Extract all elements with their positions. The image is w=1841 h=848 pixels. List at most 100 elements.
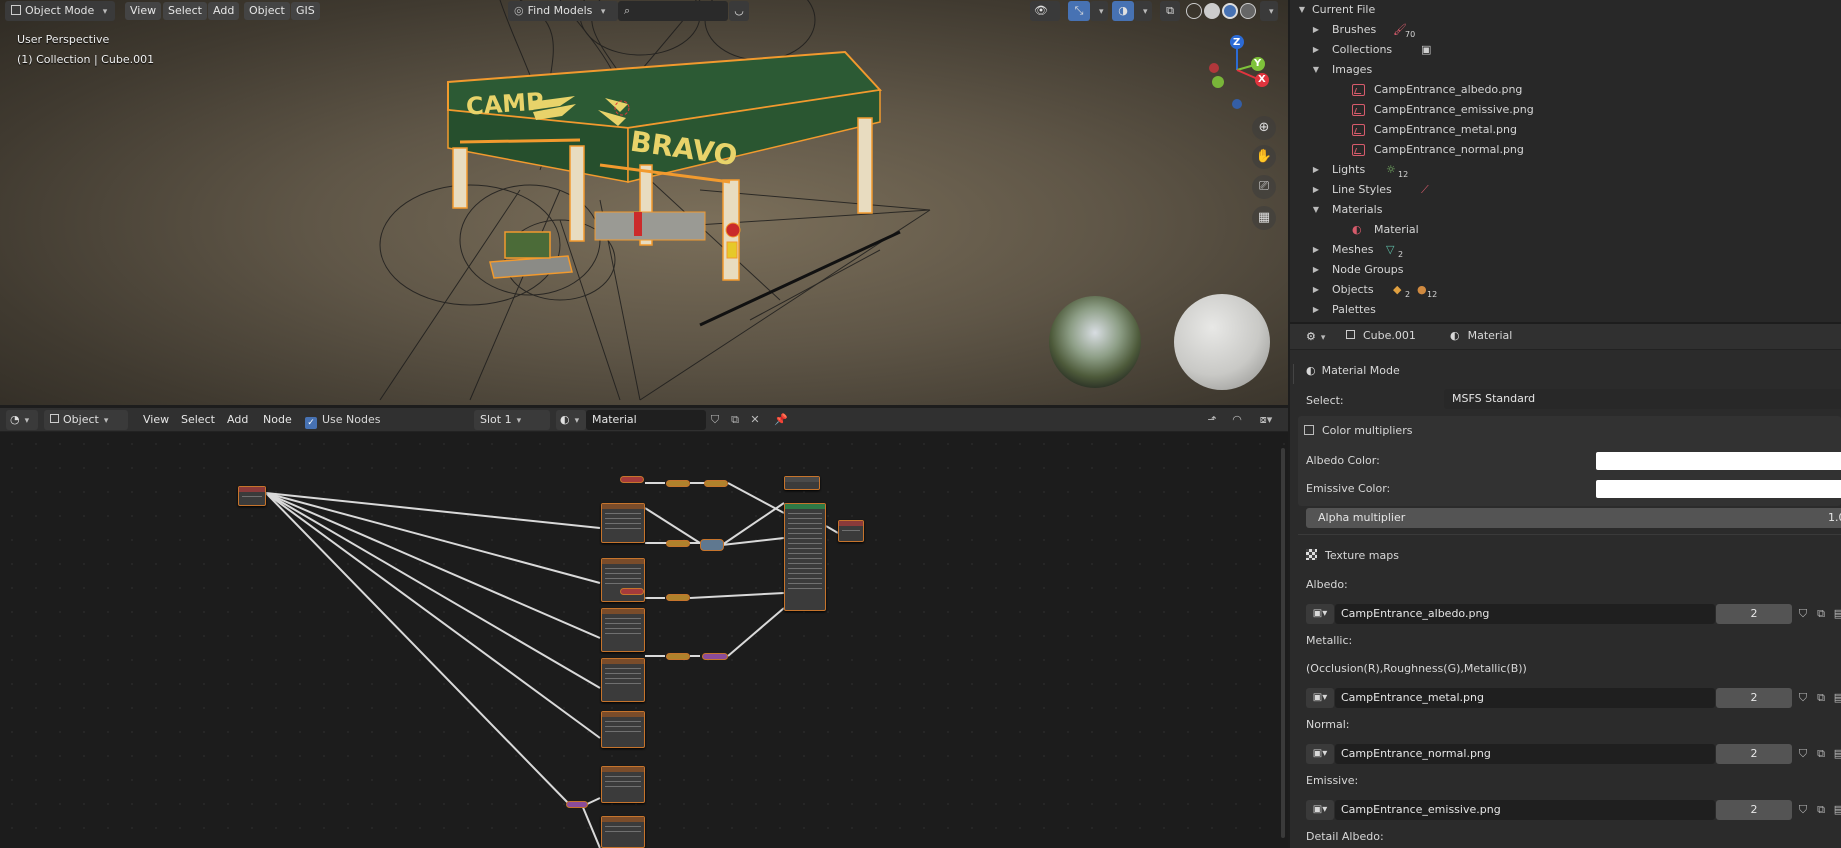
duplicate-image-icon[interactable]: ⧉ [1812,689,1830,707]
gizmo-toggle[interactable]: ⤡ [1068,1,1090,21]
principled-bsdf-node[interactable] [784,503,826,611]
image-browse-icon[interactable]: ▣▾ [1306,688,1334,708]
alpha-multiplier-slider[interactable]: Alpha multiplier 1.0 [1306,508,1841,528]
separate-rgb-node[interactable] [700,539,724,551]
scene-canvas[interactable] [0,0,1288,405]
vector-node[interactable] [702,653,728,660]
wireframe-shading-icon[interactable] [1186,3,1202,19]
solid-shading-icon[interactable] [1204,3,1220,19]
find-models-dropdown[interactable]: ◎ Find Models [508,1,618,21]
albedo-color-swatch[interactable] [1596,452,1841,470]
math-node[interactable] [666,540,690,547]
model-search-go-button[interactable]: ◡ [729,1,749,21]
normal-texture-users[interactable]: 2 [1716,744,1792,764]
outliner-child-item[interactable]: CampEntrance_metal.png [1290,120,1841,140]
menu-add[interactable]: Add [208,2,240,20]
grid-icon[interactable]: ▦ [1252,206,1276,230]
image-texture-node[interactable] [601,608,645,652]
reroute-node[interactable] [620,476,644,483]
collapse-arrow-icon[interactable]: ▼ [1310,200,1322,220]
material-mode-header[interactable]: ◐ Material Mode [1306,364,1400,377]
image-browse-icon[interactable]: ▣▾ [1306,800,1334,820]
xray-toggle[interactable]: ⧉ [1160,1,1180,21]
outliner-child-item[interactable]: CampEntrance_albedo.png [1290,80,1841,100]
outliner-category[interactable]: ▶ Palettes [1290,300,1841,320]
menu-select[interactable]: Select [163,2,207,20]
menu-view[interactable]: View [125,2,162,20]
material-shading-icon[interactable] [1222,3,1238,19]
fake-user-shield-icon[interactable]: ⛉ [1794,605,1812,623]
image-texture-node[interactable] [601,558,645,602]
outliner-root[interactable]: ▼ Current File [1290,0,1841,20]
normal-texture-name[interactable]: CampEntrance_normal.png [1335,744,1715,764]
outliner-category[interactable]: ▶ Lights ☼ 12 [1290,160,1841,180]
expand-arrow-icon[interactable]: ▶ [1310,180,1322,200]
outliner-category[interactable]: ▶ Line Styles ⟋ [1290,180,1841,200]
metal-texture-users[interactable]: 2 [1716,688,1792,708]
image-texture-node[interactable] [601,503,645,543]
overlays-toggle[interactable]: ◑ [1112,1,1134,21]
math-node[interactable] [704,480,728,487]
rendered-shading-icon[interactable] [1240,3,1256,19]
gizmo-options[interactable] [1090,1,1108,21]
properties-editor-type[interactable]: ⚙ [1302,327,1332,347]
visibility-toggle[interactable]: 👁 [1030,1,1060,21]
color-multipliers-header[interactable]: Color multipliers [1304,424,1412,437]
texture-coordinate-node[interactable] [238,486,266,506]
duplicate-image-icon[interactable]: ⧉ [1812,605,1830,623]
expand-arrow-icon[interactable]: ▶ [1310,240,1322,260]
outliner-category[interactable]: ▶ Objects ◆ 2 ● 12 [1290,280,1841,300]
shader-preset-dropdown[interactable]: MSFS Standard [1444,389,1841,409]
mix-node[interactable] [784,476,820,490]
math-node[interactable] [666,594,690,601]
fake-user-shield-icon[interactable]: ⛉ [1794,801,1812,819]
camera-icon[interactable]: ⎚ [1252,175,1276,199]
pan-hand-icon[interactable]: ✋ [1252,145,1276,169]
image-browse-icon[interactable]: ▣▾ [1306,744,1334,764]
metal-texture-name[interactable]: CampEntrance_metal.png [1335,688,1715,708]
open-image-folder-icon[interactable]: ▤ [1830,689,1841,707]
menu-gis[interactable]: GIS [291,2,320,20]
outliner-category[interactable]: ▼ Materials [1290,200,1841,220]
open-image-folder-icon[interactable]: ▤ [1830,745,1841,763]
math-node[interactable] [666,653,690,660]
math-node[interactable] [666,480,690,487]
albedo-texture-users[interactable]: 2 [1716,604,1792,624]
model-search-input[interactable]: ⌕ [618,1,728,21]
outliner-category[interactable]: ▼ Images [1290,60,1841,80]
collapse-arrow-icon[interactable]: ▼ [1310,60,1322,80]
shader-node-editor[interactable]: ◔ Object View Select Add Node ✓Use Nodes… [0,408,1288,848]
node-editor-scrollbar[interactable] [1281,448,1285,838]
image-texture-node[interactable] [601,711,645,748]
duplicate-image-icon[interactable]: ⧉ [1812,801,1830,819]
outliner-category[interactable]: ▶ Brushes 🖌 70 [1290,20,1841,40]
image-browse-icon[interactable]: ▣▾ [1306,604,1334,624]
expand-arrow-icon[interactable]: ▶ [1310,280,1322,300]
open-image-folder-icon[interactable]: ▤ [1830,801,1841,819]
image-texture-node[interactable] [601,766,645,803]
expand-arrow-icon[interactable]: ▶ [1310,160,1322,180]
material-output-node[interactable] [838,520,864,542]
collapse-arrow-icon[interactable]: ▼ [1296,0,1308,20]
reroute-node[interactable] [620,588,644,595]
3d-viewport[interactable]: CAMP BRAVO Object Mode View Select Add O… [0,0,1288,405]
image-texture-node[interactable] [601,816,645,848]
vector-node[interactable] [566,801,588,808]
fake-user-shield-icon[interactable]: ⛉ [1794,745,1812,763]
outliner-child-item[interactable]: ◐ Material [1290,220,1841,240]
outliner-category[interactable]: ▶ Meshes ▽ 2 [1290,240,1841,260]
open-image-folder-icon[interactable]: ▤ [1830,605,1841,623]
outliner-category[interactable]: ▶ Node Groups [1290,260,1841,280]
outliner-child-item[interactable]: CampEntrance_emissive.png [1290,100,1841,120]
fake-user-shield-icon[interactable]: ⛉ [1794,689,1812,707]
expand-arrow-icon[interactable]: ▶ [1310,20,1322,40]
emissive-color-swatch[interactable] [1596,480,1841,498]
mode-dropdown[interactable]: Object Mode [5,1,115,21]
shading-options[interactable] [1260,1,1278,21]
expand-arrow-icon[interactable]: ▶ [1310,300,1322,320]
overlays-options[interactable] [1134,1,1152,21]
duplicate-image-icon[interactable]: ⧉ [1812,745,1830,763]
albedo-texture-name[interactable]: CampEntrance_albedo.png [1335,604,1715,624]
emissive-texture-users[interactable]: 2 [1716,800,1792,820]
emissive-texture-name[interactable]: CampEntrance_emissive.png [1335,800,1715,820]
